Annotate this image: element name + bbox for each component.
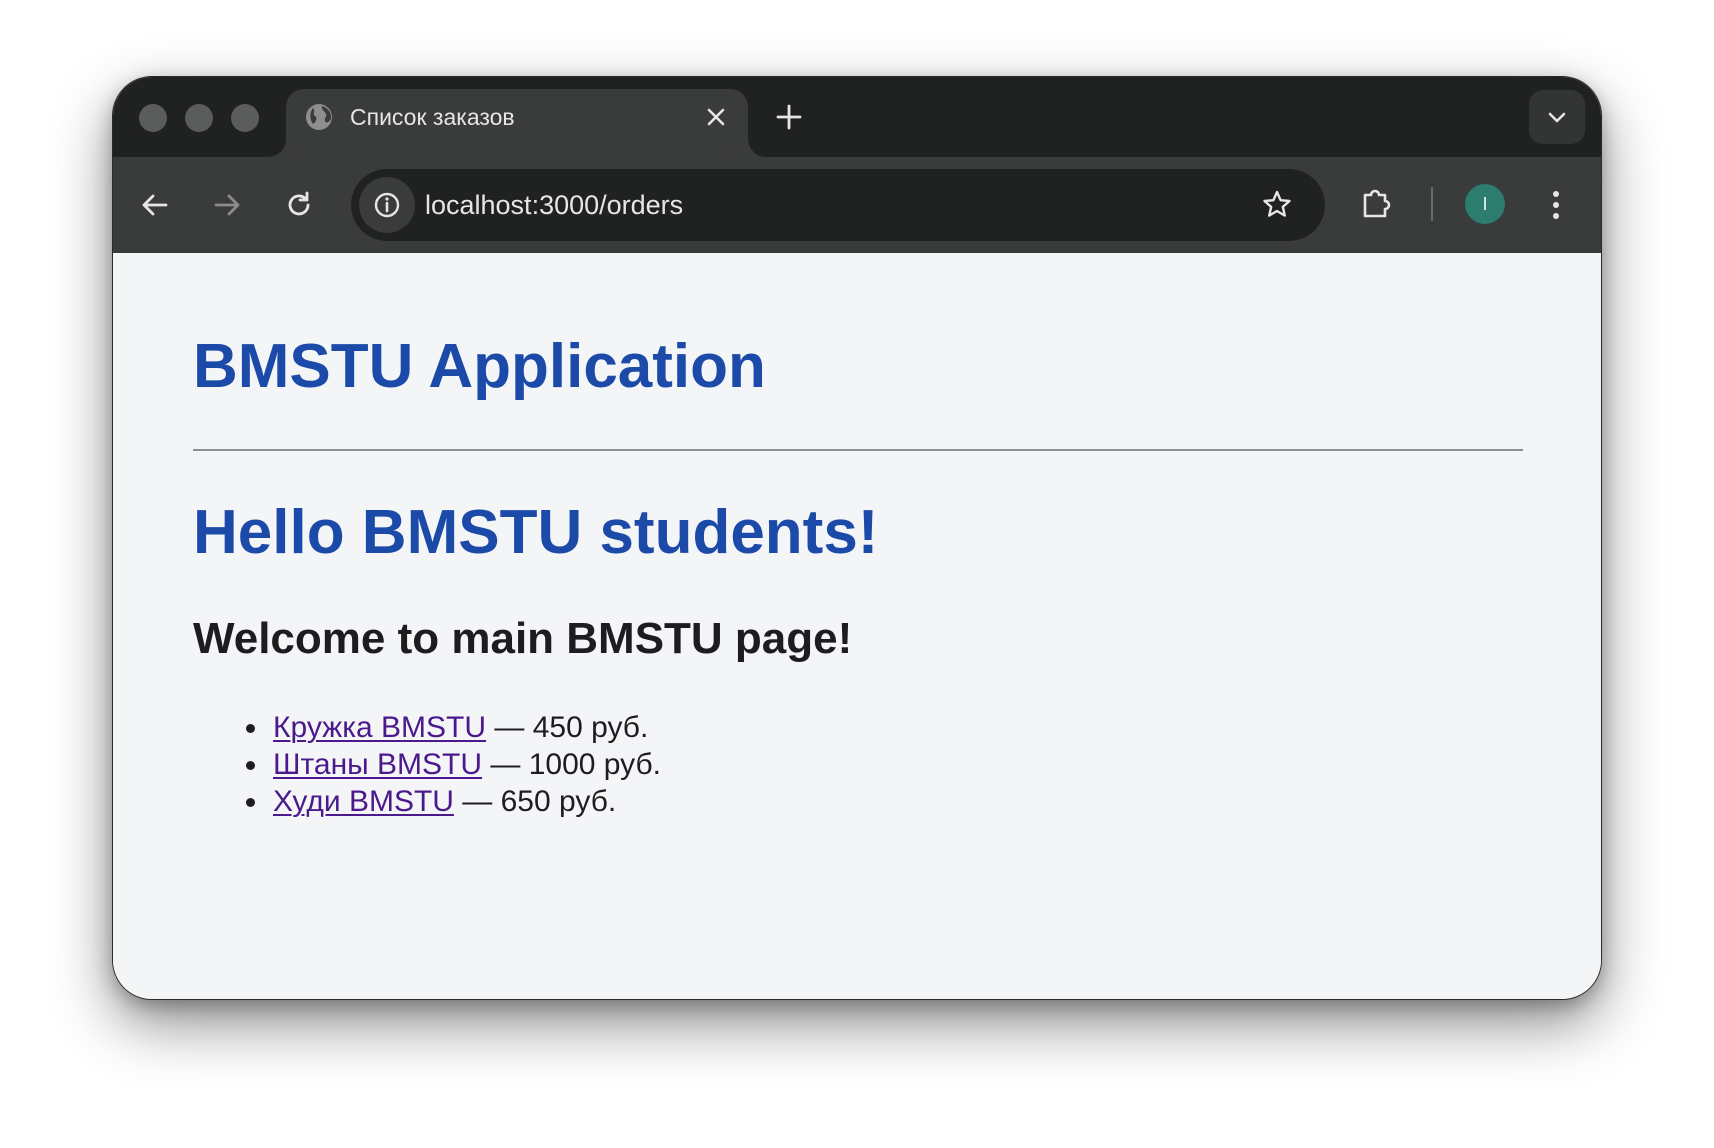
new-tab-icon[interactable] xyxy=(773,101,805,133)
divider xyxy=(193,449,1523,451)
order-link[interactable]: Штаны BMSTU xyxy=(273,748,482,781)
browser-toolbar: localhost:3000/orders I xyxy=(113,157,1601,253)
page-content: BMSTU Application Hello BMSTU students! … xyxy=(113,253,1601,999)
order-price: — 1000 руб. xyxy=(482,748,662,781)
page-subheading: Welcome to main BMSTU page! xyxy=(193,614,853,663)
window-zoom-button[interactable] xyxy=(231,104,259,132)
window-minimize-button[interactable] xyxy=(185,104,213,132)
extensions-puzzle-icon[interactable] xyxy=(1356,183,1396,223)
tab-title: Список заказов xyxy=(350,104,515,130)
tab-search-button[interactable] xyxy=(1529,90,1585,144)
order-price: — 650 руб. xyxy=(453,785,617,818)
reload-icon[interactable] xyxy=(281,187,317,223)
list-item: Штаны BMSTU — 1000 руб. xyxy=(193,746,661,783)
tab-orders[interactable]: Список заказов xyxy=(286,89,748,157)
info-icon xyxy=(374,192,400,218)
close-icon[interactable] xyxy=(702,103,730,131)
order-price: — 450 руб. xyxy=(486,711,649,744)
app-title: BMSTU Application xyxy=(193,332,766,401)
tab-strip: Список заказов xyxy=(113,77,1601,157)
bullet xyxy=(246,761,255,770)
address-bar[interactable]: localhost:3000/orders xyxy=(351,169,1325,241)
bullet xyxy=(246,798,255,807)
bullet xyxy=(246,724,255,733)
more-menu-icon[interactable] xyxy=(1549,185,1563,225)
orders-list: Кружка BMSTU — 450 руб. Штаны BMSTU — 10… xyxy=(193,709,661,820)
back-arrow-icon[interactable] xyxy=(137,187,173,223)
window-close-button[interactable] xyxy=(139,104,167,132)
list-item: Худи BMSTU — 650 руб. xyxy=(193,783,661,820)
list-item: Кружка BMSTU — 450 руб. xyxy=(193,709,661,746)
chevron-down-icon xyxy=(1548,112,1566,123)
site-info-button[interactable] xyxy=(359,177,415,233)
url-text[interactable]: localhost:3000/orders xyxy=(425,189,683,221)
globe-icon xyxy=(304,102,334,132)
bookmark-star-icon[interactable] xyxy=(1259,187,1295,223)
profile-avatar[interactable]: I xyxy=(1465,184,1505,224)
order-link[interactable]: Худи BMSTU xyxy=(273,785,454,818)
forward-arrow-icon[interactable] xyxy=(209,187,245,223)
browser-window: Список заказов localhost:3000/orders I B… xyxy=(112,76,1602,1000)
toolbar-divider xyxy=(1431,187,1433,221)
page-heading: Hello BMSTU students! xyxy=(193,498,879,567)
order-link[interactable]: Кружка BMSTU xyxy=(273,711,486,744)
